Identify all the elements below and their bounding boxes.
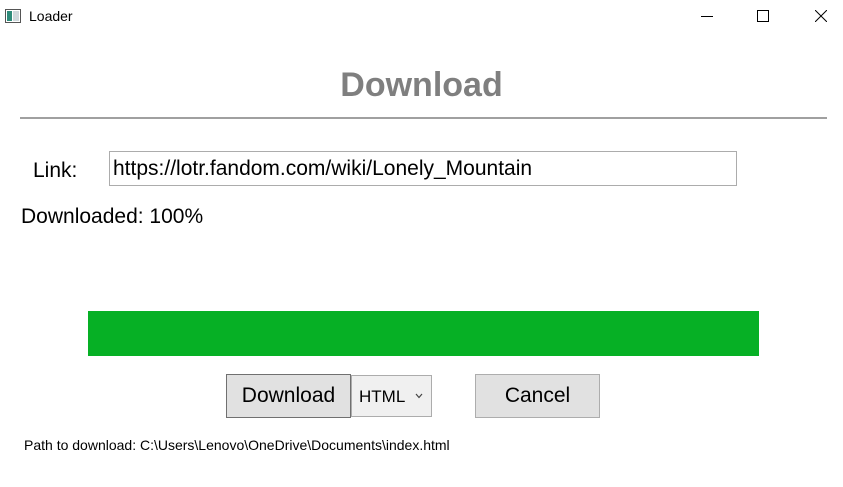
minimize-icon [701, 16, 713, 17]
page-title: Download [340, 66, 503, 104]
download-progress-fill [88, 311, 759, 356]
link-input[interactable] [109, 151, 737, 186]
minimize-button[interactable] [678, 0, 736, 32]
window-title: Loader [29, 8, 73, 24]
title-bar: Loader [0, 0, 843, 32]
close-button[interactable] [792, 0, 843, 32]
download-path: Path to download: C:\Users\Lenovo\OneDri… [24, 437, 450, 453]
format-select[interactable]: HTML [351, 375, 432, 417]
download-button[interactable]: Download [226, 374, 351, 418]
chevron-down-icon [415, 393, 423, 399]
maximize-button[interactable] [734, 0, 792, 32]
link-label: Link: [33, 159, 78, 182]
format-select-value: HTML [359, 387, 406, 406]
download-status: Downloaded: 100% [21, 205, 204, 228]
maximize-icon [757, 10, 769, 22]
app-window-icon [5, 9, 21, 23]
download-progress-bar [88, 311, 759, 356]
cancel-button[interactable]: Cancel [475, 374, 600, 418]
close-icon [815, 10, 827, 22]
header-divider [20, 117, 827, 119]
